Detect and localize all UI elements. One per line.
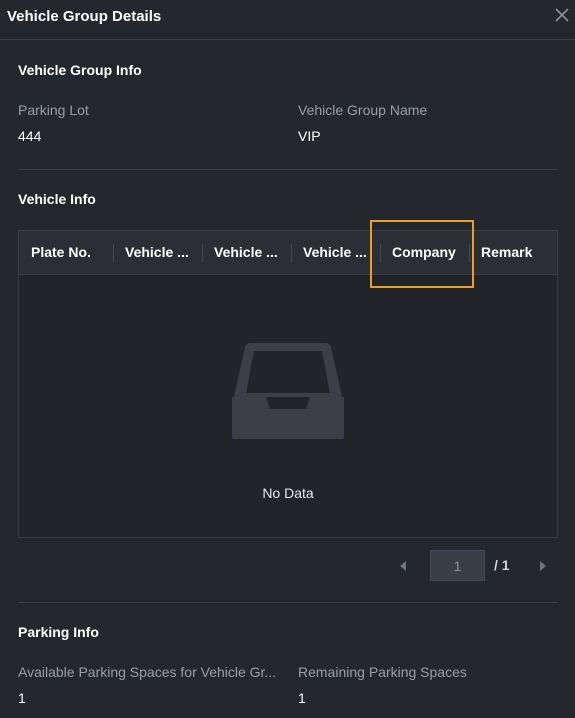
dialog-title: Vehicle Group Details	[7, 8, 162, 25]
dialog-header: Vehicle Group Details	[0, 0, 575, 40]
section-title-parking-info: Parking Info	[18, 624, 99, 640]
vehicle-group-name-label: Vehicle Group Name	[298, 102, 428, 118]
remaining-parking-spaces-label: Remaining Parking Spaces	[298, 664, 467, 680]
parking-lot-label: Parking Lot	[18, 102, 89, 118]
vehicle-group-details-dialog: Vehicle Group Details Vehicle Group Info…	[0, 0, 575, 718]
column-header-vehicle-3[interactable]: Vehicle ...	[303, 231, 375, 274]
close-icon[interactable]	[553, 6, 571, 24]
column-separator[interactable]	[202, 244, 203, 262]
empty-state-text: No Data	[262, 485, 314, 501]
column-header-vehicle-1[interactable]: Vehicle ...	[125, 231, 197, 274]
column-header-plate-no[interactable]: Plate No.	[31, 231, 111, 274]
column-header-vehicle-2[interactable]: Vehicle ...	[214, 231, 286, 274]
divider	[18, 169, 558, 170]
column-separator[interactable]	[291, 244, 292, 262]
available-parking-spaces-label: Available Parking Spaces for Vehicle Gr.…	[18, 664, 277, 680]
column-separator[interactable]	[113, 244, 114, 262]
parking-lot-value: 444	[18, 128, 42, 144]
divider	[18, 602, 558, 603]
empty-inbox-icon	[232, 343, 344, 439]
vehicle-group-name-value: VIP	[298, 128, 321, 144]
total-pages: / 1	[494, 557, 510, 573]
next-page-icon[interactable]	[536, 558, 550, 574]
previous-page-icon[interactable]	[396, 558, 410, 574]
column-header-remark[interactable]: Remark	[481, 231, 551, 274]
remaining-parking-spaces-value: 1	[298, 690, 306, 706]
section-title-vehicle-info: Vehicle Info	[18, 191, 96, 207]
available-parking-spaces-value: 1	[18, 690, 26, 706]
page-number-input[interactable]	[430, 550, 485, 581]
vehicle-table: Plate No. Vehicle ... Vehicle ... Vehicl…	[18, 230, 558, 538]
company-column-highlight	[370, 220, 474, 288]
section-title-vehicle-group-info: Vehicle Group Info	[18, 62, 142, 78]
table-header: Plate No. Vehicle ... Vehicle ... Vehicl…	[19, 231, 557, 275]
